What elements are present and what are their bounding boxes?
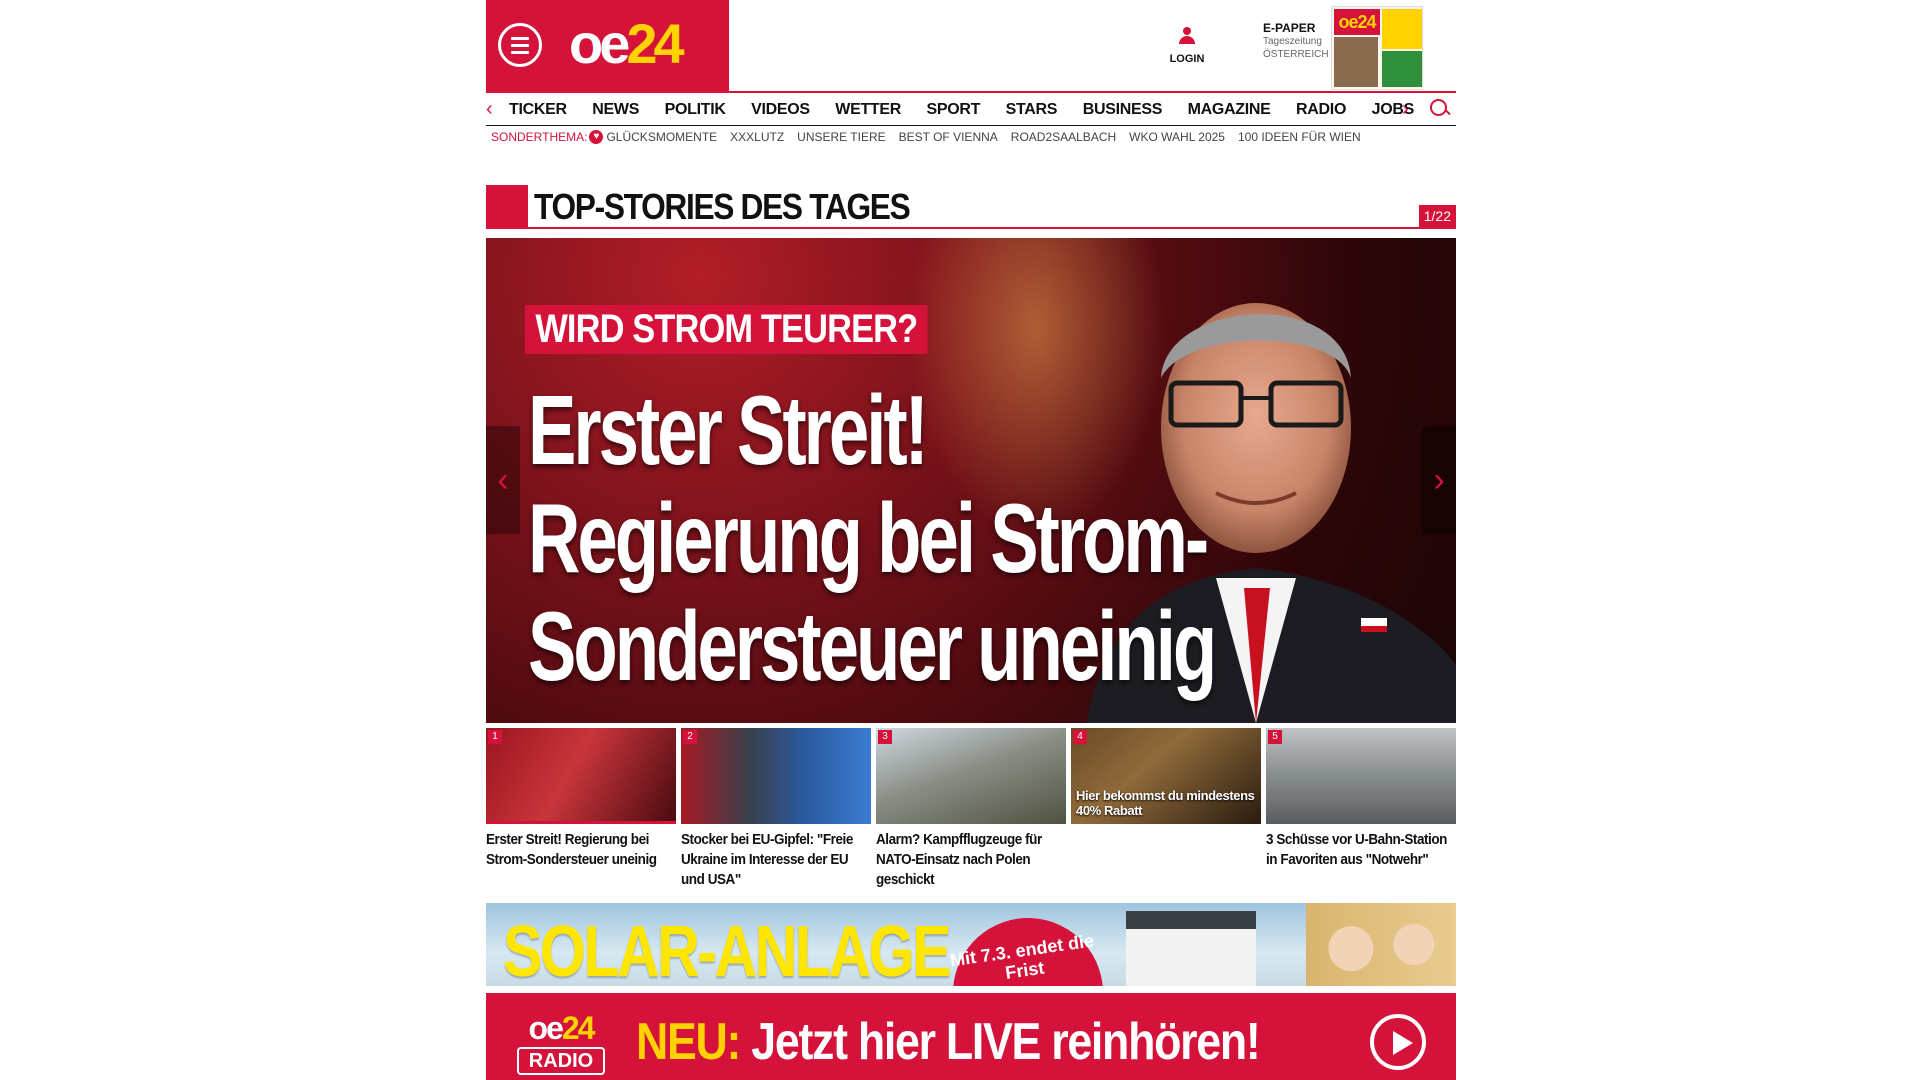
topic-100-ideen[interactable]: 100 IDEEN FÜR WIEN [1238,130,1361,144]
hero-headline-line: Sondersteuer uneinig [528,591,1217,701]
logo-block: oe24 [486,0,729,91]
story-caption[interactable]: Alarm? Kampfflugzeuge für NATO-Einsatz n… [876,830,1063,890]
main-nav: ‹ TICKER NEWS POLITIK VIDEOS WETTER SPOR… [486,91,1456,126]
story-thumb-image: 4 Hier bekommst du mindestens 40% Rabatt [1071,728,1261,824]
ad-headline: SOLAR-ANLAGE [503,912,952,986]
section-header: TOP-STORIES DES TAGES 1/22 [486,185,1456,229]
menu-icon[interactable] [498,23,542,67]
story-thumbnails: 1 Erster Streit! Regierung bei Strom-Son… [486,728,1456,903]
slide-counter: 1/22 [1418,205,1456,227]
story-caption[interactable]: Stocker bei EU-Gipfel: "Freie Ukraine im… [681,830,868,890]
story-thumb[interactable]: 4 Hier bekommst du mindestens 40% Rabatt [1071,728,1261,903]
radio-logo-wordmark: oe24 [516,1011,606,1045]
nav-item-sport[interactable]: SPORT [927,101,981,119]
section-title: TOP-STORIES DES TAGES [534,186,911,227]
story-thumb[interactable]: 3 Alarm? Kampfflugzeuge für NATO-Einsatz… [876,728,1066,903]
epaper-subtitle: Tageszeitung [1263,36,1322,47]
story-thumb-image: 5 [1266,728,1456,824]
hero-headline-line: Erster Streit! [528,375,929,485]
main-column: oe24 LOGIN E-PAPER Tageszeitung ÖSTERREI… [486,0,1456,986]
user-icon [1179,27,1195,45]
heart-icon: ♥ [589,130,604,144]
hero-slide[interactable]: WIRD STROM TEURER? Erster Streit! Regier… [486,238,1456,723]
nav-item-business[interactable]: BUSINESS [1083,101,1163,119]
hero-headline-line: Regierung bei Strom- [528,483,1209,593]
logo-24: 24 [626,12,684,75]
radio-new-label: NEU: [636,1013,741,1071]
nav-item-stars[interactable]: STARS [1006,101,1058,119]
story-thumb[interactable]: 1 Erster Streit! Regierung bei Strom-Son… [486,728,676,903]
play-icon[interactable] [1370,1014,1426,1070]
story-thumb-image: 3 [876,728,1066,824]
topic-xxxlutz[interactable]: XXXLUTZ [730,130,784,144]
site-header: oe24 LOGIN E-PAPER Tageszeitung ÖSTERREI… [486,0,1456,91]
topic-wko-wahl[interactable]: WKO WAHL 2025 [1129,130,1225,144]
radio-logo-oe: oe [528,1010,564,1046]
site-logo[interactable]: oe24 [569,9,685,79]
section-rule [528,227,1456,229]
nav-item-videos[interactable]: VIDEOS [751,101,810,119]
story-number: 2 [683,730,697,744]
story-thumb-image: 2 [681,728,871,824]
radio-live-bar[interactable]: oe24 RADIO NEU: Jetzt hier LIVE reinhöre… [486,993,1456,1080]
nav-item-magazine[interactable]: MAGAZINE [1188,101,1271,119]
radio-logo-label: RADIO [517,1047,605,1075]
nav-item-wetter[interactable]: WETTER [835,101,901,119]
epaper-link[interactable]: E-PAPER Tageszeitung ÖSTERREICH [1263,22,1329,61]
story-caption[interactable]: 3 Schüsse vor U-Bahn-Station in Favorite… [1266,830,1453,870]
story-overlay-text: Hier bekommst du mindestens 40% Rabatt [1076,788,1255,818]
search-icon[interactable] [1430,99,1450,119]
special-topics-bar: SONDERTHEMA: ♥ GLÜCKSMOMENTE XXXLUTZ UNS… [486,126,1456,148]
topic-unsere-tiere[interactable]: UNSERE TIERE [797,130,885,144]
radio-live-text[interactable]: NEU: Jetzt hier LIVE reinhören! [636,1007,1261,1077]
nav-item-ticker[interactable]: TICKER [509,101,567,119]
page: oe24 LOGIN E-PAPER Tageszeitung ÖSTERREI… [0,0,1920,1080]
story-number: 4 [1073,730,1087,744]
epaper-cover-logo: oe24 [1334,9,1380,35]
ad-house-image [1126,911,1256,986]
topic-gluecksmomente[interactable]: GLÜCKSMOMENTE [606,130,717,144]
nav-prev-icon[interactable]: ‹ [486,98,493,121]
nav-item-news[interactable]: NEWS [592,101,639,119]
story-number: 5 [1268,730,1282,744]
slide-next-icon[interactable]: › [1422,426,1456,534]
topic-road2saalbach[interactable]: ROAD2SAALBACH [1011,130,1116,144]
slide-prev-icon[interactable]: ‹ [486,426,520,534]
topic-best-of-vienna[interactable]: BEST OF VIENNA [899,130,998,144]
solar-ad-banner[interactable]: SOLAR-ANLAGE Mit 7.3. endet die Frist [486,903,1456,986]
epaper-cover-image[interactable]: oe24 [1331,6,1423,90]
special-topics-label: SONDERTHEMA: [491,130,588,144]
nav-item-radio[interactable]: RADIO [1296,101,1346,119]
nav-list: TICKER NEWS POLITIK VIDEOS WETTER SPORT … [509,93,1439,126]
epaper-title: E-PAPER [1263,21,1316,35]
radio-logo: oe24 RADIO [516,1011,606,1079]
section-accent [486,185,528,229]
story-number: 3 [878,730,892,744]
story-thumb-image: 1 [486,728,676,824]
epaper-cover-tile [1334,37,1378,87]
epaper-subtitle-2: ÖSTERREICH [1263,49,1329,60]
logo-oe: oe [569,12,630,75]
ad-badge: Mit 7.3. endet die Frist [943,908,1113,986]
story-number: 1 [488,730,502,744]
hero-kicker[interactable]: WIRD STROM TEURER? [525,305,928,354]
story-caption[interactable]: Erster Streit! Regierung bei Strom-Sonde… [486,830,673,870]
story-thumb[interactable]: 2 Stocker bei EU-Gipfel: "Freie Ukraine … [681,728,871,903]
epaper-cover-tile [1382,51,1422,87]
story-thumb[interactable]: 5 3 Schüsse vor U-Bahn-Station in Favori… [1266,728,1456,903]
hero-headline[interactable]: Erster Streit! Regierung bei Strom- Sond… [528,375,1217,701]
nav-next-icon[interactable]: › [1402,98,1409,121]
epaper-cover-tile [1382,9,1422,49]
radio-cta-text: Jetzt hier LIVE reinhören! [740,1013,1260,1071]
nav-item-politik[interactable]: POLITIK [665,101,726,119]
ad-people-image [1306,903,1456,986]
login-button[interactable]: LOGIN [1169,27,1205,67]
login-label: LOGIN [1169,53,1205,65]
radio-logo-24: 24 [561,1010,596,1046]
